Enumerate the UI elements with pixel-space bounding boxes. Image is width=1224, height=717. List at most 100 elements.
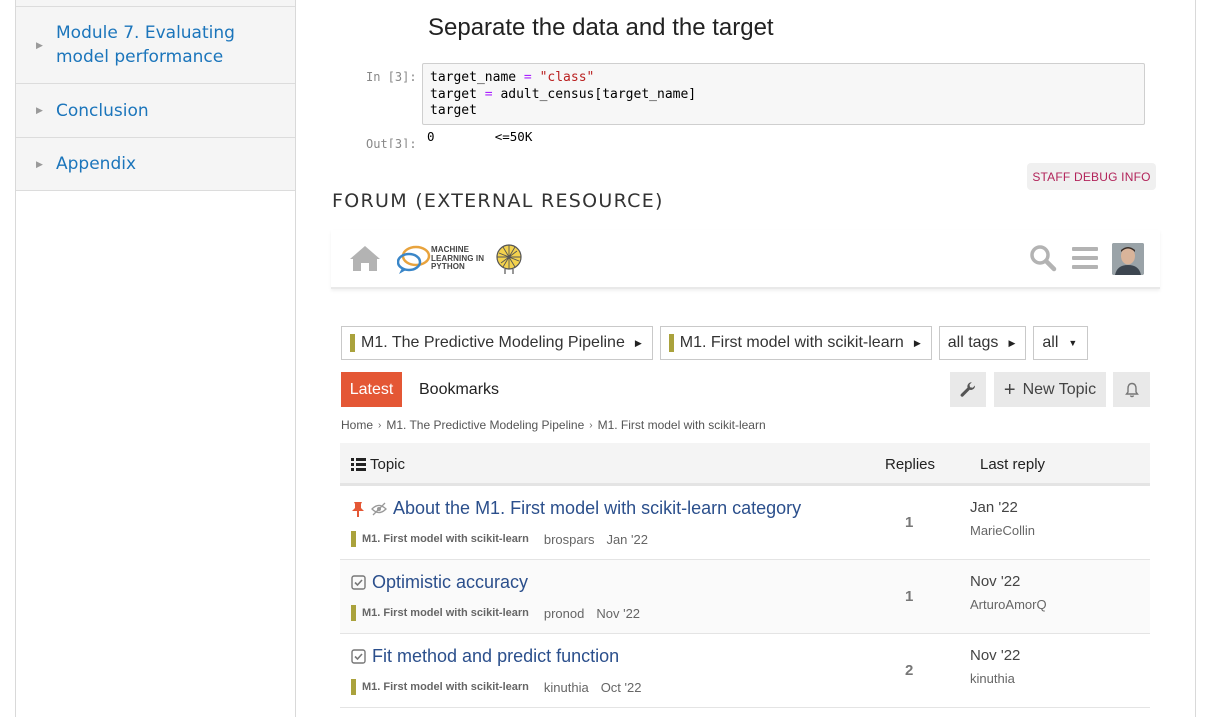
category-swatch xyxy=(350,334,355,352)
sidebar-item-module-7[interactable]: ▶ Module 7. Evaluating model performance xyxy=(16,7,295,84)
new-topic-label: New Topic xyxy=(1022,380,1097,398)
caret-right-icon: ▶ xyxy=(36,105,43,115)
topic-created: Oct '22 xyxy=(600,679,642,695)
caret-right-icon: ▶ xyxy=(1008,337,1016,348)
code-token: target xyxy=(430,86,477,102)
output-prompt: Out[3]: xyxy=(366,137,417,148)
reply-count: 1 xyxy=(905,588,914,605)
code-token: "class" xyxy=(539,70,595,85)
column-topic[interactable]: Topic xyxy=(351,456,405,473)
topic-author[interactable]: pronod xyxy=(544,606,584,621)
code-line: target xyxy=(430,103,477,118)
topic-meta: M1. First model with scikit-learn kinuth… xyxy=(351,679,641,695)
topic-list: Topic Replies Last reply About the M1. F… xyxy=(340,443,1150,708)
topic-category[interactable]: M1. First model with scikit-learn xyxy=(362,607,529,619)
forum-header: MACHINE LEARNING IN PYTHON xyxy=(331,230,1160,289)
last-reply-date[interactable]: Nov '22 xyxy=(970,573,1020,590)
sidebar-item-previous[interactable] xyxy=(16,0,295,7)
topic-title[interactable]: Fit method and predict function xyxy=(372,646,619,667)
breadcrumb-home[interactable]: Home xyxy=(341,418,373,432)
last-reply-date[interactable]: Nov '22 xyxy=(970,647,1020,664)
code-token: = xyxy=(476,86,501,102)
reply-count: 1 xyxy=(905,514,914,531)
topic-author[interactable]: brospars xyxy=(544,532,595,547)
topic-list-header: Topic Replies Last reply xyxy=(340,443,1150,486)
table-row[interactable]: Optimistic accuracy M1. First model with… xyxy=(340,560,1150,634)
topic-author[interactable]: kinuthia xyxy=(544,680,589,695)
category-filters: M1. The Predictive Modeling Pipeline ▶ M… xyxy=(341,326,1089,360)
search-icon[interactable] xyxy=(1029,244,1057,277)
dropdown-label: M1. First model with scikit-learn xyxy=(679,334,904,351)
last-reply-date[interactable]: Jan '22 xyxy=(970,499,1018,516)
list-icon xyxy=(351,458,366,471)
notifications-button[interactable] xyxy=(1113,372,1150,407)
wrench-icon xyxy=(960,381,976,397)
sidebar-item-appendix[interactable]: ▶ Appendix xyxy=(16,138,295,191)
logo-text: MACHINE LEARNING IN PYTHON xyxy=(431,245,484,272)
pin-icon xyxy=(352,501,364,517)
breadcrumb-subcategory[interactable]: M1. First model with scikit-learn xyxy=(598,418,766,432)
caret-right-icon: ▶ xyxy=(634,337,642,348)
breadcrumb: Home › M1. The Predictive Modeling Pipel… xyxy=(341,418,766,432)
topic-created: Nov '22 xyxy=(596,605,641,621)
last-reply-user[interactable]: kinuthia xyxy=(970,671,1015,686)
sidebar-item-conclusion[interactable]: ▶ Conclusion xyxy=(16,84,295,138)
column-replies[interactable]: Replies xyxy=(885,456,935,473)
filter-dropdown[interactable]: all ▼ xyxy=(1033,326,1089,360)
table-row[interactable]: About the M1. First model with scikit-le… xyxy=(340,486,1150,560)
tags-dropdown[interactable]: all tags ▶ xyxy=(938,326,1027,360)
logo-bubbles-icon xyxy=(397,245,431,274)
last-reply-user[interactable]: MarieCollin xyxy=(970,523,1035,538)
forum-heading: FORUM (EXTERNAL RESOURCE) xyxy=(332,190,664,212)
code-token: adult_census[target_name] xyxy=(500,86,697,102)
topic-nav: Latest Bookmarks + New Topic xyxy=(341,372,1151,408)
breadcrumb-category[interactable]: M1. The Predictive Modeling Pipeline xyxy=(386,418,584,432)
code-token: target_name xyxy=(430,70,517,85)
solved-checkbox-icon xyxy=(351,649,366,664)
page: ▶ Module 7. Evaluating model performance… xyxy=(0,0,1224,717)
staff-debug-button[interactable]: STAFF DEBUG INFO xyxy=(1027,163,1156,190)
subcategory-dropdown[interactable]: M1. First model with scikit-learn ▶ xyxy=(659,326,932,360)
category-swatch xyxy=(351,679,356,695)
site-logo[interactable]: MACHINE LEARNING IN PYTHON xyxy=(397,243,527,277)
column-last-reply[interactable]: Last reply xyxy=(980,456,1045,473)
logo-brain-icon xyxy=(496,244,522,274)
bell-icon xyxy=(1124,382,1139,397)
chevron-right-icon: › xyxy=(589,419,593,431)
unlisted-eye-icon xyxy=(371,502,387,515)
topic-category[interactable]: M1. First model with scikit-learn xyxy=(362,681,529,693)
column-topic-label: Topic xyxy=(370,456,406,473)
tab-latest[interactable]: Latest xyxy=(341,372,402,407)
sidebar-item-label: Appendix xyxy=(56,154,137,174)
table-row[interactable]: Fit method and predict function M1. Firs… xyxy=(340,634,1150,708)
admin-wrench-button[interactable] xyxy=(950,372,986,407)
topic-created: Jan '22 xyxy=(606,531,648,547)
category-dropdown[interactable]: M1. The Predictive Modeling Pipeline ▶ xyxy=(341,326,653,360)
topic-category[interactable]: M1. First model with scikit-learn xyxy=(362,533,529,545)
chevron-right-icon: › xyxy=(378,419,382,431)
solved-checkbox-icon xyxy=(351,575,366,590)
topic-title[interactable]: Optimistic accuracy xyxy=(372,572,528,593)
caret-right-icon: ▶ xyxy=(36,39,43,50)
last-reply-user[interactable]: ArturoAmorQ xyxy=(970,597,1047,612)
dropdown-label: all tags xyxy=(947,334,999,351)
dropdown-label: all xyxy=(1042,334,1059,351)
topic-meta: M1. First model with scikit-learn pronod… xyxy=(351,605,640,621)
course-sidebar: ▶ Module 7. Evaluating model performance… xyxy=(15,0,296,717)
topic-title-line: Optimistic accuracy xyxy=(351,572,528,593)
category-swatch xyxy=(351,605,356,621)
new-topic-button[interactable]: + New Topic xyxy=(994,372,1106,407)
notebook-frame[interactable]: Separate the data and the target In [3]:… xyxy=(296,0,1196,148)
hamburger-menu-icon[interactable] xyxy=(1072,246,1098,275)
input-prompt: In [3]: xyxy=(366,70,417,84)
home-icon[interactable] xyxy=(349,244,381,277)
sidebar-item-label: Conclusion xyxy=(56,100,149,121)
tab-bookmarks[interactable]: Bookmarks xyxy=(419,372,499,407)
notebook-heading: Separate the data and the target xyxy=(428,14,774,41)
user-avatar[interactable] xyxy=(1112,243,1144,275)
topic-meta: M1. First model with scikit-learn brospa… xyxy=(351,531,648,547)
logo-text-line: PYTHON xyxy=(431,262,465,272)
dropdown-label: M1. The Predictive Modeling Pipeline xyxy=(361,334,625,351)
topic-title[interactable]: About the M1. First model with scikit-le… xyxy=(393,498,801,519)
code-token: = xyxy=(516,70,540,85)
